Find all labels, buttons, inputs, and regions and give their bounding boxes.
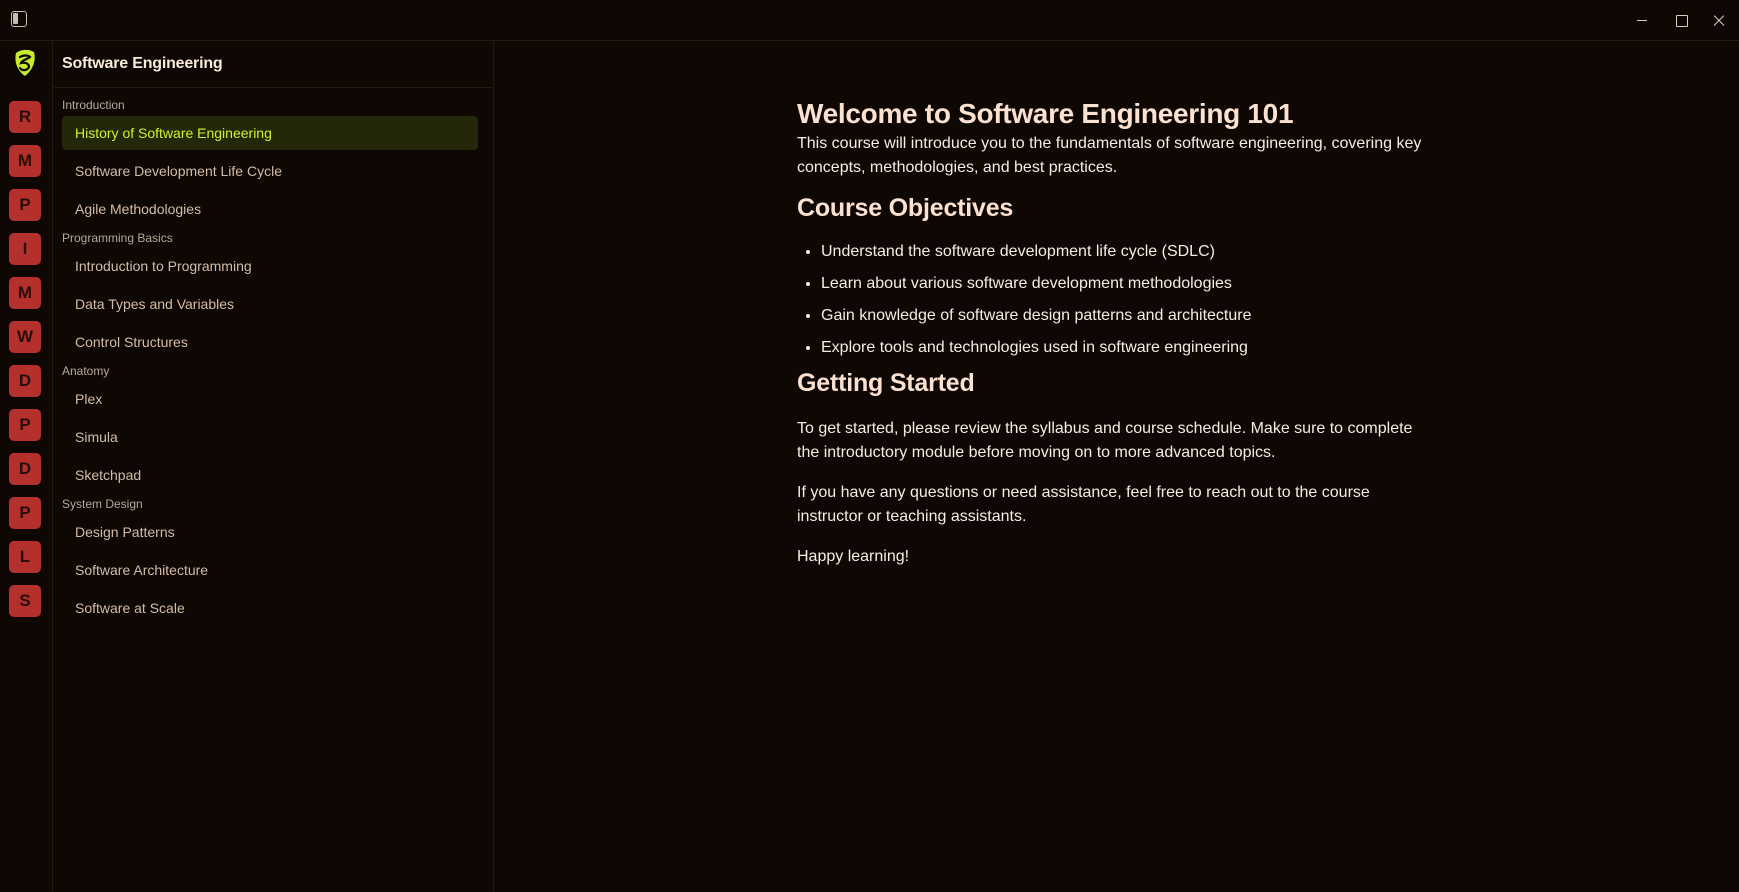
rail-button[interactable]: P: [9, 189, 41, 221]
rail-button[interactable]: I: [9, 233, 41, 265]
closing-paragraph: Happy learning!: [797, 548, 910, 565]
nav-section: Programming Basics Introduction to Progra…: [62, 230, 478, 359]
maximize-icon[interactable]: [1670, 9, 1692, 31]
rail-button[interactable]: L: [9, 541, 41, 573]
main-content: Welcome to Software Engineering 101 This…: [797, 97, 1437, 569]
app-rail: RMPIMWDPDPLS: [0, 41, 53, 892]
rail-button[interactable]: P: [9, 497, 41, 529]
rail-button[interactable]: M: [9, 145, 41, 177]
section-label: Anatomy: [62, 364, 110, 378]
nav-item[interactable]: Software Development Life Cycle: [62, 154, 478, 188]
section-label: Programming Basics: [62, 231, 173, 245]
objective-item: Explore tools and technologies used in s…: [821, 336, 1437, 360]
nav-item[interactable]: Agile Methodologies: [62, 192, 478, 226]
objective-item: Understand the software development life…: [821, 240, 1437, 264]
rail-button[interactable]: R: [9, 101, 41, 133]
nav-section: Anatomy Plex Simula Sketchpad: [62, 363, 478, 492]
nav-section: Introduction History of Software Engineer…: [62, 97, 478, 226]
getting-started-heading: Getting Started: [797, 369, 975, 397]
divider: [54, 87, 493, 88]
assistance-paragraph: If you have any questions or need assist…: [797, 484, 1370, 525]
rail-button[interactable]: S: [9, 585, 41, 617]
page-title: Welcome to Software Engineering 101: [797, 98, 1294, 129]
rail-list: RMPIMWDPDPLS: [9, 101, 41, 629]
nav-item[interactable]: Control Structures: [62, 325, 478, 359]
close-icon[interactable]: [1708, 9, 1730, 31]
nav-item[interactable]: Software at Scale: [62, 591, 478, 625]
rail-button[interactable]: D: [9, 365, 41, 397]
objective-item: Gain knowledge of software design patter…: [821, 304, 1437, 328]
rail-button[interactable]: P: [9, 409, 41, 441]
nav-item[interactable]: Simula: [62, 420, 478, 454]
sidebar-toggle-icon[interactable]: [11, 11, 27, 27]
title-bar: [0, 0, 1739, 41]
nav-item[interactable]: History of Software Engineering: [62, 116, 478, 150]
rail-button[interactable]: W: [9, 321, 41, 353]
course-title: Software Engineering: [62, 55, 223, 72]
nav-item[interactable]: Sketchpad: [62, 458, 478, 492]
minimize-icon[interactable]: [1631, 9, 1653, 31]
section-label: System Design: [62, 497, 143, 511]
rail-button[interactable]: M: [9, 277, 41, 309]
nav-sections: Introduction History of Software Engineer…: [62, 97, 478, 629]
nav-item[interactable]: Software Architecture: [62, 553, 478, 587]
section-label: Introduction: [62, 98, 125, 112]
nav-section: System Design Design Patterns Software Arc…: [62, 496, 478, 625]
objective-item: Learn about various software development…: [821, 272, 1437, 296]
rail-button[interactable]: D: [9, 453, 41, 485]
nav-item[interactable]: Plex: [62, 382, 478, 416]
objectives-heading: Course Objectives: [797, 194, 1014, 222]
nav-item[interactable]: Design Patterns: [62, 515, 478, 549]
objectives-list: Understand the software development life…: [797, 240, 1437, 360]
nav-item[interactable]: Data Types and Variables: [62, 287, 478, 321]
app-logo-icon[interactable]: [12, 47, 38, 79]
getting-started-paragraph: To get started, please review the syllab…: [797, 420, 1413, 461]
course-nav: Software Engineering Introduction History…: [54, 41, 494, 892]
intro-paragraph: This course will introduce you to the fu…: [797, 135, 1422, 176]
nav-item[interactable]: Introduction to Programming: [62, 249, 478, 283]
